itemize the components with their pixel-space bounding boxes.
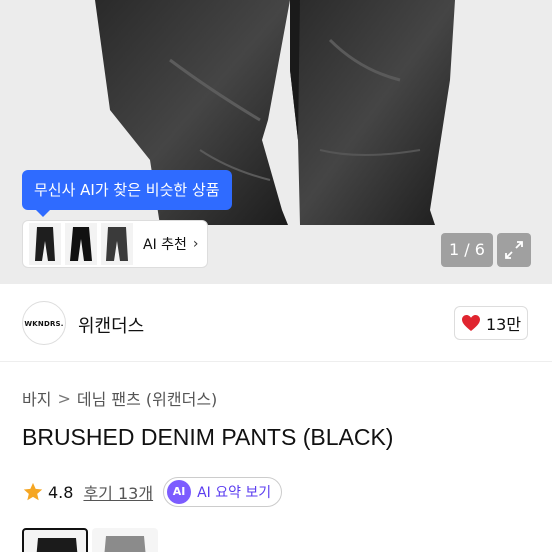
reco-thumbnail-3[interactable] — [101, 223, 133, 265]
breadcrumb-item-denim-pants[interactable]: 데님 팬츠 (위캔더스) — [77, 386, 217, 410]
rating-value: 4.8 — [48, 482, 74, 502]
reco-thumbnail-2[interactable] — [65, 223, 97, 265]
breadcrumb-item-pants[interactable]: 바지 — [22, 386, 51, 410]
color-swatch-grey[interactable] — [92, 528, 158, 552]
like-button[interactable]: 13만 — [454, 306, 528, 340]
chevron-right-icon: › — [192, 236, 199, 252]
brand-row: WKNDRS. 위캔더스 13만 — [0, 284, 552, 362]
brand-logo[interactable]: WKNDRS. — [22, 301, 66, 345]
like-count: 13만 — [485, 315, 522, 334]
ai-recommend-button[interactable]: AI 추천 › — [22, 220, 208, 268]
pants-swatch-icon — [36, 538, 78, 552]
ai-summary-button[interactable]: AI AI 요약 보기 — [163, 477, 283, 507]
image-pager: 1 / 6 — [441, 233, 493, 267]
product-image-area[interactable]: 무신사 AI가 찾은 비슷한 상품 AI 추천 › 1 / 6 — [0, 0, 552, 284]
ai-summary-label: AI 요약 보기 — [197, 485, 272, 501]
ai-icon: AI — [167, 480, 192, 504]
pants-thumb-icon — [70, 227, 92, 261]
reco-thumbnail-1[interactable] — [29, 223, 61, 265]
star-icon — [23, 482, 43, 501]
review-count-link[interactable]: 후기 13개 — [83, 480, 153, 504]
expand-icon — [505, 241, 523, 259]
pants-thumb-icon — [106, 227, 128, 261]
expand-button[interactable] — [497, 233, 531, 267]
heart-icon — [461, 315, 480, 331]
brand-name[interactable]: 위캔더스 — [78, 312, 144, 338]
breadcrumb: 바지 > 데님 팬츠 (위캔더스) — [22, 386, 217, 410]
pants-thumb-icon — [35, 227, 55, 261]
product-title: BRUSHED DENIM PANTS (BLACK) — [22, 424, 394, 450]
rating-row: 4.8 후기 13개 AI AI 요약 보기 — [22, 476, 283, 508]
ai-recommend-label: AI 추천 — [143, 237, 187, 253]
pants-swatch-icon — [104, 536, 146, 552]
ai-similar-tooltip: 무신사 AI가 찾은 비슷한 상품 — [22, 170, 232, 217]
breadcrumb-separator-icon: > — [57, 388, 71, 408]
color-swatch-black[interactable] — [22, 528, 88, 552]
